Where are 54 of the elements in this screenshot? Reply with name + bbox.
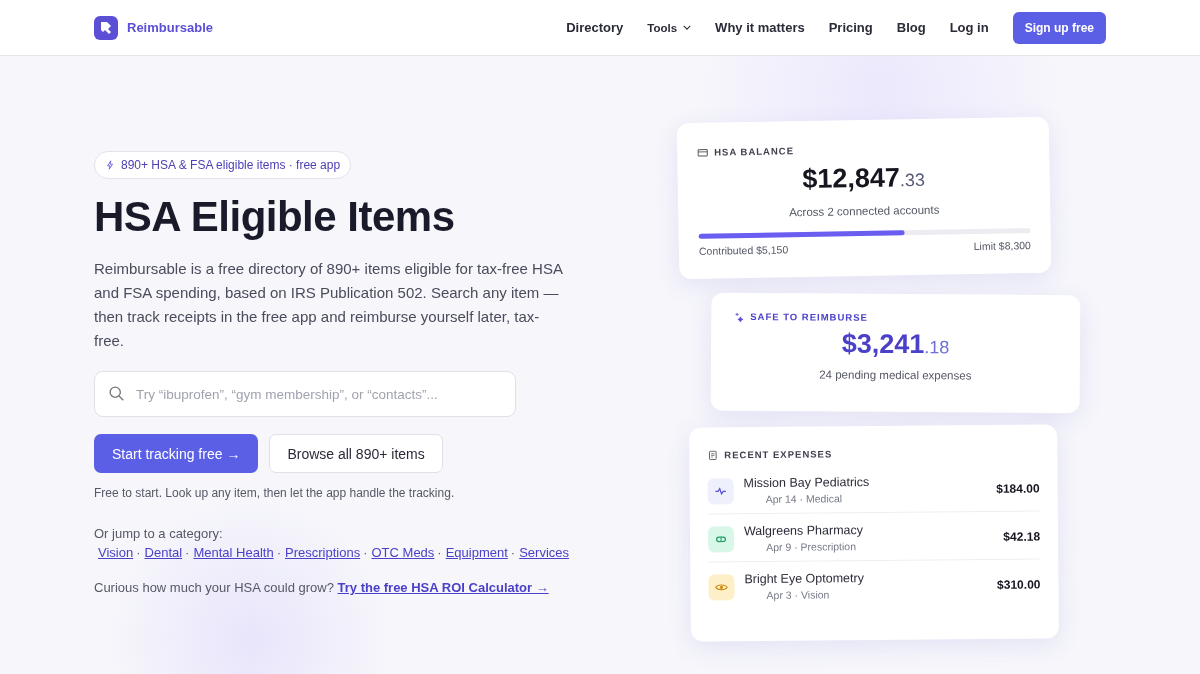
brand-name[interactable]: Reimbursable bbox=[127, 20, 213, 35]
category-label: Or jump to a category: bbox=[94, 526, 223, 541]
nav-link[interactable]: Log in bbox=[949, 20, 989, 35]
note-text: Free to start. Look up any item, then let the app handle the tracking. bbox=[94, 486, 456, 500]
nav-dropdown[interactable]: Tools bbox=[647, 21, 692, 34]
separator-dot: · bbox=[437, 545, 442, 560]
expense-amount: $42.18 bbox=[1003, 529, 1041, 544]
category-link[interactable]: Services bbox=[519, 545, 570, 560]
receipt-icon bbox=[707, 449, 719, 460]
description: Reimbursable is a free directory of 890+ items eligible for tax-free HSA and FSA spending, based on IRS Publication 502. Search any item — then track receipts in the free app and reimburse yourself later, tax-free. bbox=[94, 259, 564, 351]
reimburse-amount: $3,241.18 bbox=[840, 327, 951, 362]
badge-text: 890+ HSA & FSA eligible items · free app bbox=[121, 158, 341, 172]
separator-dot: · bbox=[276, 545, 281, 560]
expense-meta: Apr 3 · Vision bbox=[765, 587, 831, 602]
balance-amount: $12,847.33 bbox=[801, 161, 927, 197]
page-title: HSA Eligible Items bbox=[94, 193, 456, 241]
card-label: RECENT EXPENSES bbox=[724, 448, 833, 461]
category-link[interactable]: Vision bbox=[98, 545, 134, 560]
category-link[interactable]: OTC Meds bbox=[371, 545, 435, 560]
chevron-down-icon bbox=[683, 25, 692, 30]
roi-text: Curious how much your HSA could grow? Try the free HSA ROI Calculator → bbox=[94, 580, 550, 595]
search-field[interactable]: Try “ibuprofen”, “gym membership”, or “contacts”... bbox=[94, 371, 516, 417]
calculator-link[interactable]: Try the free HSA ROI Calculator → bbox=[337, 580, 549, 595]
category-link[interactable]: Mental Health bbox=[193, 545, 274, 560]
browse-button[interactable]: Browse all 890+ items bbox=[269, 434, 443, 473]
separator-dot: · bbox=[363, 545, 368, 560]
accounts-text: Across 2 connected accounts bbox=[788, 202, 941, 220]
separator-dot: · bbox=[510, 545, 516, 560]
nav-link[interactable]: Why it matters bbox=[715, 20, 805, 35]
expense-amount: $184.00 bbox=[996, 481, 1040, 496]
category-link[interactable]: Dental bbox=[144, 545, 183, 560]
expense-amount: $310.00 bbox=[997, 577, 1041, 592]
merchant-name: Mission Bay Pediatrics bbox=[743, 474, 871, 491]
search-icon bbox=[108, 385, 125, 402]
card-label: SAFE TO REIMBURSE bbox=[750, 311, 868, 323]
expense-meta: Apr 14 · Medical bbox=[764, 491, 844, 506]
separator-dot: · bbox=[136, 545, 141, 560]
nav-link[interactable]: Directory bbox=[566, 20, 624, 35]
nav-link[interactable]: Blog bbox=[896, 20, 926, 35]
card-label: HSA BALANCE bbox=[714, 145, 795, 158]
logo-icon[interactable] bbox=[94, 15, 118, 40]
category-link[interactable]: Equipment bbox=[445, 545, 508, 560]
pending-text: 24 pending medical expenses bbox=[818, 367, 973, 383]
merchant-name: Bright Eye Optometry bbox=[744, 570, 865, 587]
separator-dot: · bbox=[185, 545, 190, 560]
nav-link[interactable]: Pricing bbox=[828, 20, 873, 35]
signup-button[interactable]: Sign up free bbox=[1012, 11, 1106, 44]
contributed-text: Contributed $5,150 bbox=[698, 243, 789, 257]
merchant-name: Walgreens Pharmacy bbox=[743, 522, 865, 539]
expense-meta: Apr 9 · Prescription bbox=[765, 539, 858, 554]
start-tracking-button[interactable]: Start tracking free → bbox=[94, 434, 259, 473]
limit-text: Limit $8,300 bbox=[973, 239, 1031, 253]
category-link[interactable]: Prescriptions bbox=[285, 545, 361, 560]
wallet-icon bbox=[697, 147, 709, 158]
